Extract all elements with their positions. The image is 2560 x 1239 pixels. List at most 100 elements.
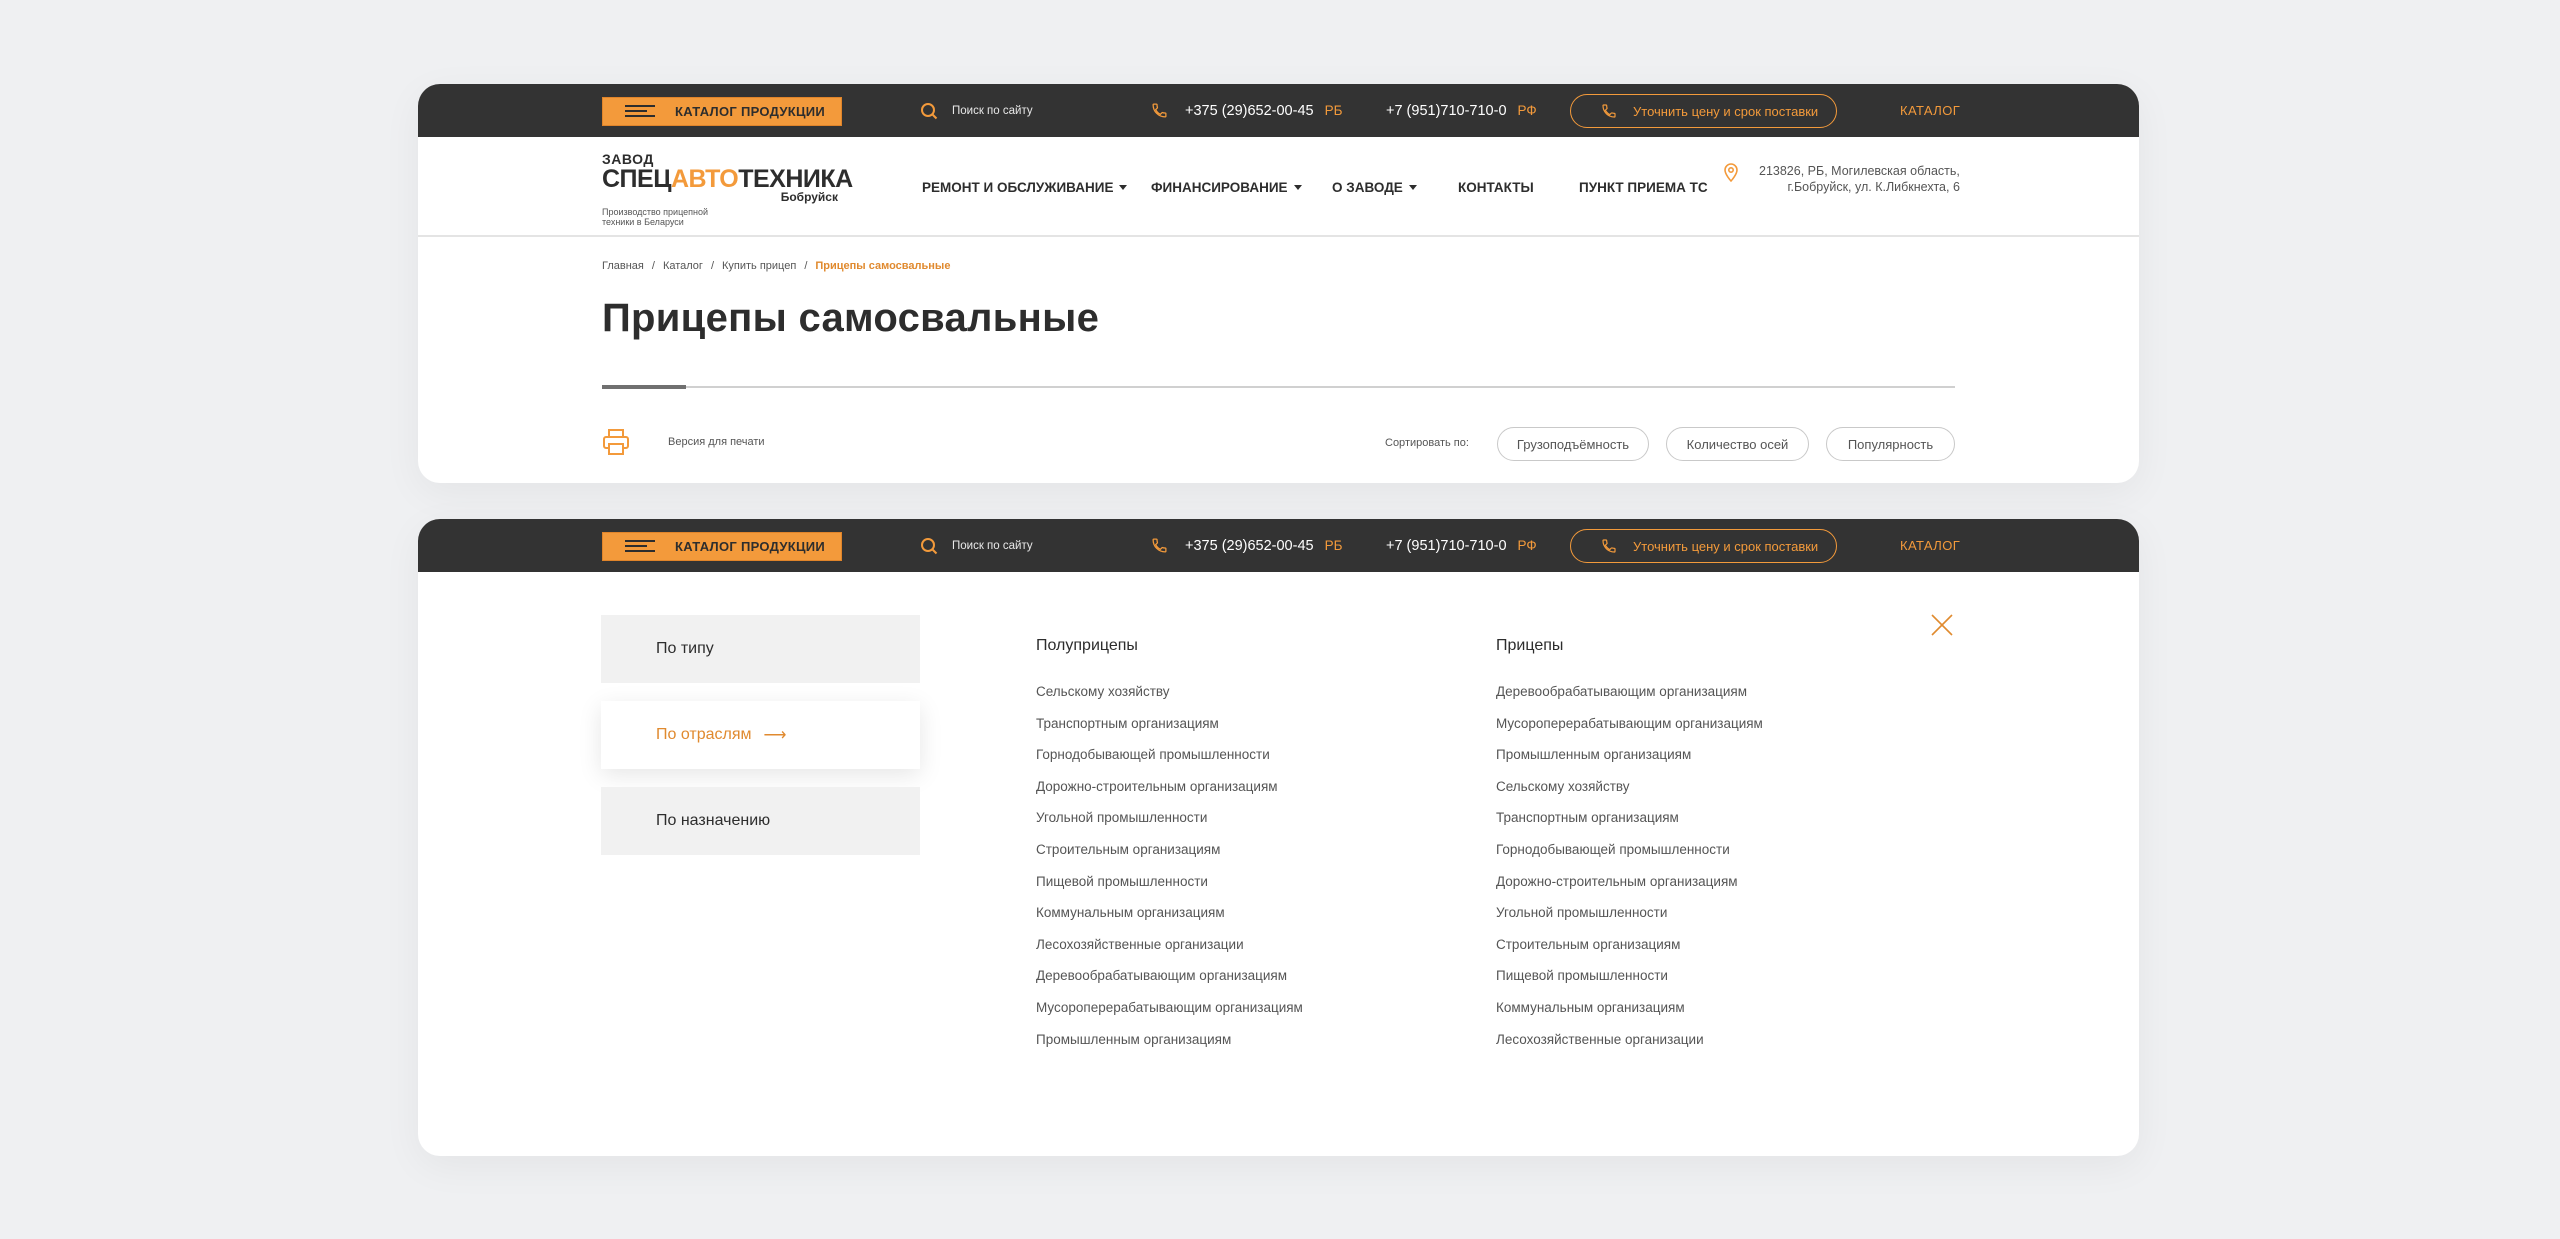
page-card: КАТАЛОГ ПРОДУКЦИИ Поиск по сайту +375 (2… [418, 84, 2139, 483]
page-title: Прицепы самосвальные [602, 296, 1100, 340]
sort-label: Сортировать по: [1385, 437, 1469, 449]
printer-icon [603, 429, 629, 455]
phone-icon [1602, 539, 1616, 553]
menu-link[interactable]: Промышленным организациям [1496, 746, 1763, 778]
column-title: Прицепы [1496, 637, 1564, 654]
menu-link[interactable]: Транспортным организациям [1036, 715, 1303, 747]
menu-link[interactable]: Промышленным организациям [1036, 1031, 1303, 1063]
catalog-link[interactable]: КАТАЛОГ [1900, 519, 1960, 572]
breadcrumb-buy-trailer[interactable]: Купить прицеп [722, 260, 796, 272]
menu-link[interactable]: Сельскому хозяйству [1496, 778, 1763, 810]
clarify-price-label: Уточнить цену и срок поставки [1633, 538, 1819, 554]
search-field[interactable]: Поиск по сайту [920, 84, 1033, 137]
phone-ru[interactable]: +7 (951)710-710-0 РФ [1386, 519, 1537, 572]
menu-link[interactable]: Лесохозяйственные организации [1036, 936, 1303, 968]
phone-by-country: РБ [1324, 103, 1343, 118]
nav-repair[interactable]: РЕМОНТ И ОБСЛУЖИВАНИЕ [922, 137, 1128, 237]
breadcrumb: Главная / Каталог / Купить прицеп / Прицепы… [602, 260, 951, 272]
menu-link[interactable]: Дорожно-строительным организациям [1496, 873, 1763, 905]
menu-link[interactable]: Транспортным организациям [1496, 809, 1763, 841]
phone-ru-number: +7 (951)710-710-0 [1386, 537, 1507, 554]
clarify-price-button[interactable]: Уточнить цену и срок поставки [1570, 94, 1837, 128]
menu-link[interactable]: Строительным организациям [1036, 841, 1303, 873]
phone-by[interactable]: +375 (29)652-00-45 РБ [1151, 84, 1342, 137]
search-icon [921, 537, 938, 554]
phone-by-country: РБ [1324, 538, 1343, 553]
breadcrumb-current: Прицепы самосвальные [815, 260, 951, 272]
sort-popularity-button[interactable]: Популярность [1826, 427, 1955, 461]
caret-down-icon [1119, 184, 1128, 190]
phone-by-number: +375 (29)652-00-45 [1185, 537, 1314, 554]
top-bar: КАТАЛОГ ПРОДУКЦИИ Поиск по сайту +375 (2… [418, 519, 2139, 572]
clarify-price-button[interactable]: Уточнить цену и срок поставки [1570, 529, 1837, 563]
phone-icon [1602, 104, 1616, 118]
menu-by-purpose[interactable]: По назначению [601, 787, 920, 855]
phone-icon [1152, 538, 1167, 553]
logo-line2: СПЕЦАВТОТЕХНИКА [602, 165, 853, 193]
menu-link[interactable]: Строительным организациям [1496, 936, 1763, 968]
phone-ru-number: +7 (951)710-710-0 [1386, 102, 1507, 119]
search-placeholder: Поиск по сайту [952, 104, 1033, 117]
nav-about[interactable]: О ЗАВОДЕ [1332, 137, 1417, 237]
caret-down-icon [1293, 184, 1302, 190]
address-line1: 213826, РБ, Могилевская область, [1759, 164, 1960, 178]
catalog-button-label: КАТАЛОГ ПРОДУКЦИИ [675, 104, 826, 119]
trailers-column: Прицепы Деревообрабатывающим организация… [1496, 637, 1763, 1062]
phone-by[interactable]: +375 (29)652-00-45 РБ [1151, 519, 1342, 572]
menu-link[interactable]: Коммунальным организациям [1496, 999, 1763, 1031]
nav-reception[interactable]: ПУНКТ ПРИЕМА ТС [1579, 137, 1708, 237]
arrow-right-icon: ⟶ [763, 727, 787, 744]
logo[interactable]: ЗАВОД СПЕЦАВТОТЕХНИКА Бобруйск Производс… [602, 152, 853, 228]
nav-contacts[interactable]: КОНТАКТЫ [1458, 137, 1534, 237]
print-version-button[interactable]: Версия для печати [602, 428, 765, 456]
menu-link[interactable]: Коммунальным организациям [1036, 904, 1303, 936]
menu-link[interactable]: Деревообрабатывающим организациям [1036, 967, 1303, 999]
menu-link[interactable]: Мусороперерабатывающим организациям [1036, 999, 1303, 1031]
catalog-menu-card: КАТАЛОГ ПРОДУКЦИИ Поиск по сайту +375 (2… [418, 519, 2139, 1156]
sort-axles-button[interactable]: Количество осей [1666, 427, 1809, 461]
site-header: ЗАВОД СПЕЦАВТОТЕХНИКА Бобруйск Производс… [418, 137, 2139, 237]
catalog-button-label: КАТАЛОГ ПРОДУКЦИИ [675, 539, 826, 554]
menu-link[interactable]: Горнодобывающей промышленности [1496, 841, 1763, 873]
nav-financing[interactable]: ФИНАНСИРОВАНИЕ [1151, 137, 1302, 237]
title-underline [602, 385, 1955, 389]
phone-by-number: +375 (29)652-00-45 [1185, 102, 1314, 119]
phone-ru-country: РФ [1517, 103, 1537, 118]
catalog-link[interactable]: КАТАЛОГ [1900, 84, 1960, 137]
top-bar: КАТАЛОГ ПРОДУКЦИИ Поиск по сайту +375 (2… [418, 84, 2139, 137]
menu-link[interactable]: Угольной промышленности [1036, 809, 1303, 841]
catalog-button[interactable]: КАТАЛОГ ПРОДУКЦИИ [602, 97, 842, 126]
menu-link[interactable]: Мусороперерабатывающим организациям [1496, 715, 1763, 747]
catalog-button[interactable]: КАТАЛОГ ПРОДУКЦИИ [602, 532, 842, 561]
menu-link[interactable]: Дорожно-строительным организациям [1036, 778, 1303, 810]
menu-by-type[interactable]: По типу [601, 615, 920, 683]
hamburger-icon [625, 105, 655, 118]
menu-link[interactable]: Угольной промышленности [1496, 904, 1763, 936]
menu-by-industry[interactable]: По отраслям ⟶ [601, 701, 920, 769]
clarify-price-label: Уточнить цену и срок поставки [1633, 103, 1819, 119]
location-pin-icon [1724, 163, 1738, 183]
address: 213826, РБ, Могилевская область, г.Бобруй… [1723, 163, 1960, 195]
semitrailers-column: Полуприцепы Сельскому хозяйству Транспор… [1036, 637, 1303, 1062]
sort-capacity-button[interactable]: Грузоподъёмность [1497, 427, 1649, 461]
menu-link[interactable]: Горнодобывающей промышленности [1036, 746, 1303, 778]
breadcrumb-catalog[interactable]: Каталог [663, 260, 703, 272]
phone-icon [1152, 103, 1167, 118]
search-icon [921, 102, 938, 119]
phone-ru[interactable]: +7 (951)710-710-0 РФ [1386, 84, 1537, 137]
logo-tagline: Производство прицепной техники в Беларус… [602, 207, 709, 227]
hamburger-icon [625, 540, 655, 553]
search-field[interactable]: Поиск по сайту [920, 519, 1033, 572]
caret-down-icon [1408, 184, 1417, 190]
menu-link[interactable]: Сельскому хозяйству [1036, 683, 1303, 715]
column-title: Полуприцепы [1036, 637, 1138, 654]
menu-link[interactable]: Деревообрабатывающим организациям [1496, 683, 1763, 715]
menu-link[interactable]: Пищевой промышленности [1496, 967, 1763, 999]
address-line2: г.Бобруйск, ул. К.Либкнехта, 6 [1787, 180, 1960, 194]
menu-link[interactable]: Пищевой промышленности [1036, 873, 1303, 905]
close-icon[interactable] [1930, 613, 1954, 637]
menu-link[interactable]: Лесохозяйственные организации [1496, 1031, 1763, 1063]
search-placeholder: Поиск по сайту [952, 539, 1033, 552]
phone-ru-country: РФ [1517, 538, 1537, 553]
breadcrumb-home[interactable]: Главная [602, 260, 644, 272]
